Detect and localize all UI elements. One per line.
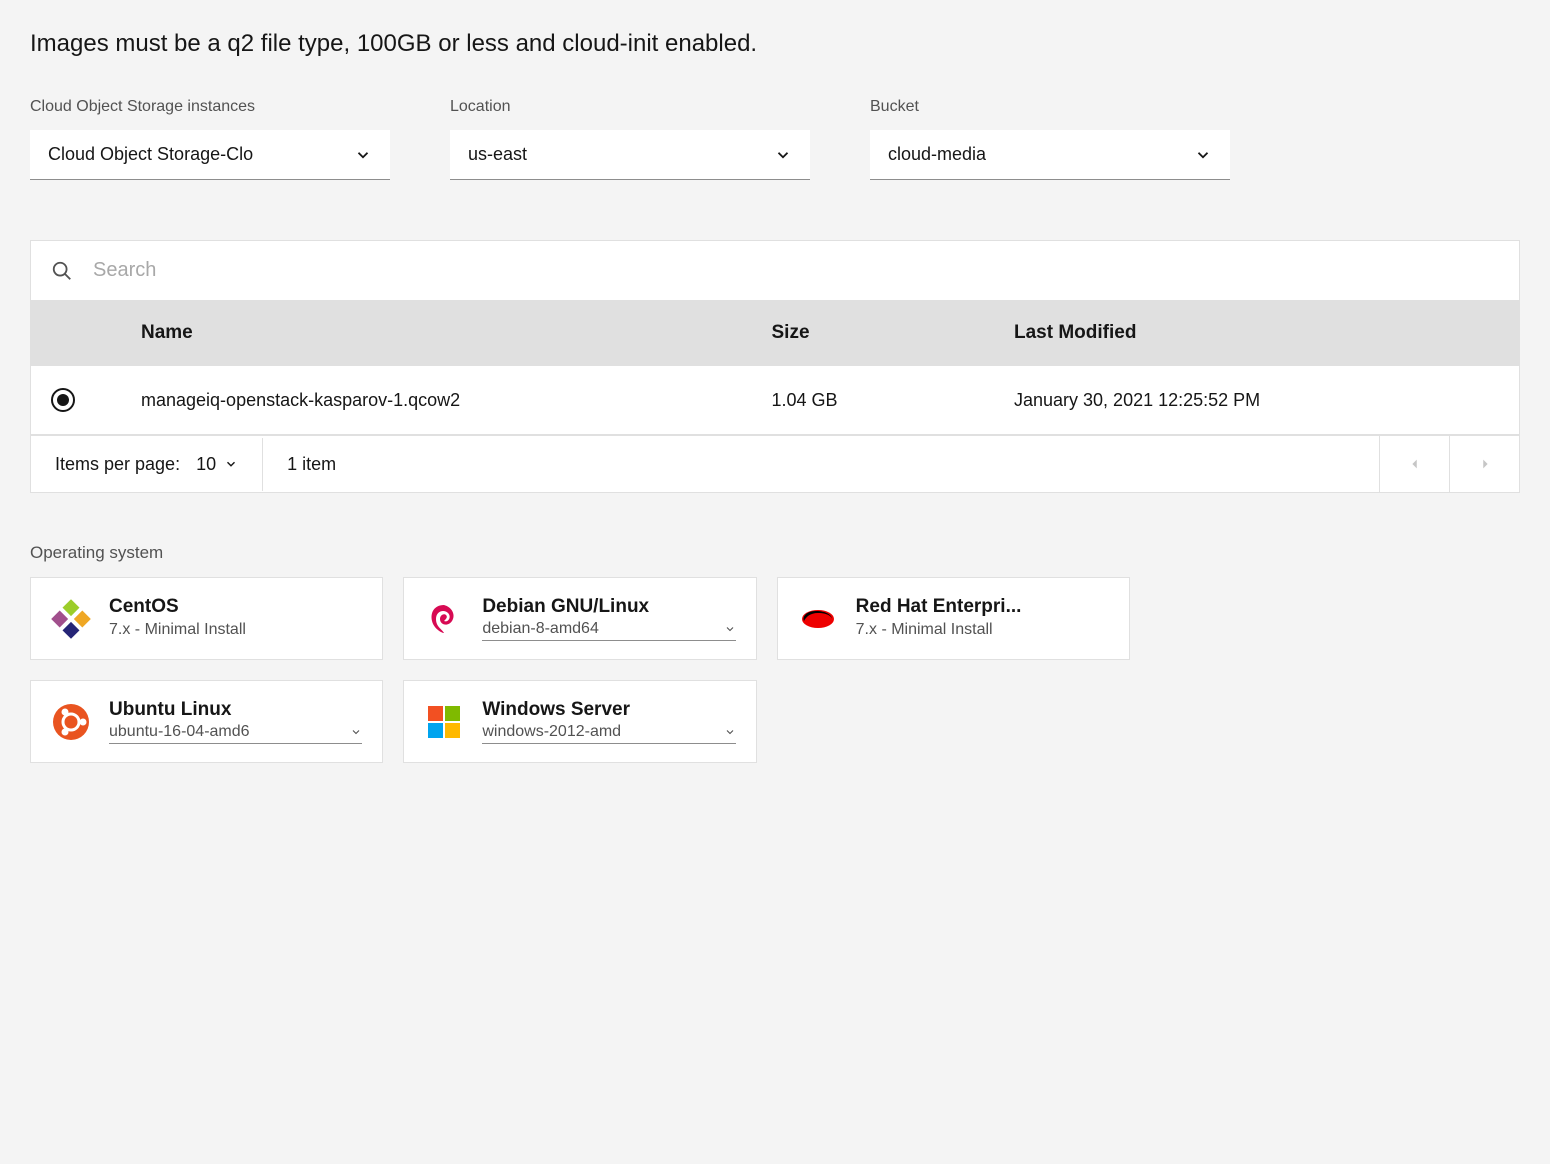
caret-right-icon <box>1478 457 1492 471</box>
prev-page-button[interactable] <box>1379 436 1449 492</box>
os-card[interactable]: Ubuntu Linux ubuntu-16-04-amd6 <box>30 680 383 763</box>
windows-icon <box>424 702 464 742</box>
os-name: Ubuntu Linux <box>109 699 362 721</box>
header-size: Size <box>772 322 1015 344</box>
row-name: manageiq-openstack-kasparov-1.qcow2 <box>141 390 772 411</box>
location-dropdown[interactable]: us-east <box>450 130 810 180</box>
os-section-label: Operating system <box>30 543 1520 563</box>
os-card[interactable]: CentOS7.x - Minimal Install <box>30 577 383 660</box>
chevron-down-icon <box>774 146 792 164</box>
os-variant: ubuntu-16-04-amd6 <box>109 723 250 741</box>
items-per-page-select[interactable]: 10 <box>196 454 238 475</box>
item-count: 1 item <box>263 438 1379 491</box>
os-variant: windows-2012-amd <box>482 723 621 741</box>
cos-value: Cloud Object Storage-Clo <box>48 144 253 165</box>
header-modified: Last Modified <box>1014 322 1499 344</box>
os-name: Red Hat Enterpri... <box>856 596 1109 618</box>
items-per-page-value: 10 <box>196 454 216 475</box>
bucket-label: Bucket <box>870 98 1230 116</box>
items-per-page-label: Items per page: <box>55 454 180 475</box>
cos-dropdown[interactable]: Cloud Object Storage-Clo <box>30 130 390 180</box>
os-name: Windows Server <box>482 699 735 721</box>
chevron-down-icon <box>354 146 372 164</box>
ubuntu-icon <box>51 702 91 742</box>
cos-label: Cloud Object Storage instances <box>30 98 390 116</box>
os-variant: 7.x - Minimal Install <box>856 620 1109 641</box>
os-card[interactable]: Red Hat Enterpri...7.x - Minimal Install <box>777 577 1130 660</box>
search-input[interactable] <box>93 259 1499 282</box>
chevron-down-icon <box>1194 146 1212 164</box>
debian-icon <box>424 599 464 639</box>
location-value: us-east <box>468 144 527 165</box>
search-icon <box>51 260 73 282</box>
pagination: Items per page: 10 1 item <box>31 435 1519 492</box>
selectors-row: Cloud Object Storage instances Cloud Obj… <box>30 98 1520 180</box>
row-modified: January 30, 2021 12:25:52 PM <box>1014 390 1499 411</box>
bucket-value: cloud-media <box>888 144 986 165</box>
os-variant: 7.x - Minimal Install <box>109 620 362 641</box>
image-table: Name Size Last Modified manageiq-opensta… <box>30 240 1520 493</box>
table-row[interactable]: manageiq-openstack-kasparov-1.qcow2 1.04… <box>31 366 1519 435</box>
centos-icon <box>51 599 91 639</box>
os-grid: CentOS7.x - Minimal InstallDebian GNU/Li… <box>30 577 1130 763</box>
redhat-icon <box>798 599 838 639</box>
chevron-down-icon <box>724 726 736 738</box>
row-radio[interactable] <box>51 388 75 412</box>
bucket-dropdown[interactable]: cloud-media <box>870 130 1230 180</box>
chevron-down-icon <box>724 623 736 635</box>
table-header: Name Size Last Modified <box>31 300 1519 366</box>
os-variant-select[interactable]: ubuntu-16-04-amd6 <box>109 723 362 744</box>
instructions-text: Images must be a q2 file type, 100GB or … <box>30 30 1520 58</box>
os-name: Debian GNU/Linux <box>482 596 735 618</box>
os-card[interactable]: Debian GNU/Linux debian-8-amd64 <box>403 577 756 660</box>
os-card[interactable]: Windows Server windows-2012-amd <box>403 680 756 763</box>
os-variant: debian-8-amd64 <box>482 620 599 638</box>
location-label: Location <box>450 98 810 116</box>
chevron-down-icon <box>224 457 238 471</box>
row-size: 1.04 GB <box>772 390 1015 411</box>
os-name: CentOS <box>109 596 362 618</box>
header-name: Name <box>141 322 772 344</box>
chevron-down-icon <box>350 726 362 738</box>
caret-left-icon <box>1408 457 1422 471</box>
os-variant-select[interactable]: debian-8-amd64 <box>482 620 735 641</box>
os-variant-select[interactable]: windows-2012-amd <box>482 723 735 744</box>
next-page-button[interactable] <box>1449 436 1519 492</box>
